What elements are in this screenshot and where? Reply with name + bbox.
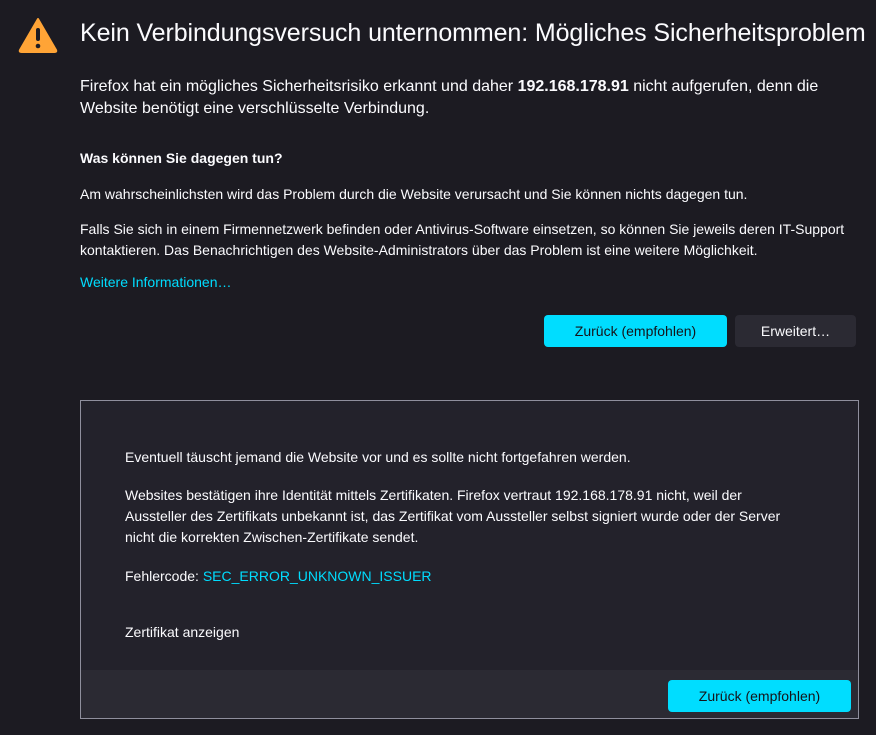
error-code-label: Fehlercode: <box>125 568 203 584</box>
explanation-paragraph-1: Am wahrscheinlichsten wird das Problem d… <box>80 186 748 202</box>
view-certificate-link[interactable]: Zertifikat anzeigen <box>125 622 239 643</box>
what-to-do-heading: Was können Sie dagegen tun? <box>80 150 283 166</box>
advanced-warning-text: Eventuell täuscht jemand die Website vor… <box>125 449 631 465</box>
error-page: Kein Verbindungsversuch unternommen: Mög… <box>0 0 876 735</box>
advanced-button[interactable]: Erweitert… <box>735 315 856 347</box>
explanation-paragraph-2: Falls Sie sich in einem Firmennetzwerk b… <box>80 221 845 258</box>
intro-before: Firefox hat ein mögliches Sicherheitsris… <box>80 78 518 95</box>
intro-host: 192.168.178.91 <box>517 78 629 95</box>
advanced-panel: Eventuell täuscht jemand die Website vor… <box>80 400 859 719</box>
error-code-line: Fehlercode: SEC_ERROR_UNKNOWN_ISSUER <box>125 566 432 587</box>
warning-triangle-icon <box>18 18 58 53</box>
advanced-certificate-text: Websites bestätigen ihre Identität mitte… <box>125 487 781 545</box>
go-back-button[interactable]: Zurück (empfohlen) <box>544 315 727 347</box>
advanced-panel-footer: Zurück (empfohlen) <box>81 670 858 718</box>
go-back-button-bottom[interactable]: Zurück (empfohlen) <box>668 680 851 712</box>
learn-more-link[interactable]: Weitere Informationen… <box>80 274 231 290</box>
page-title: Kein Verbindungsversuch unternommen: Mög… <box>80 19 866 47</box>
error-code-link[interactable]: SEC_ERROR_UNKNOWN_ISSUER <box>203 568 432 584</box>
intro-text: Firefox hat ein mögliches Sicherheitsris… <box>80 76 870 120</box>
